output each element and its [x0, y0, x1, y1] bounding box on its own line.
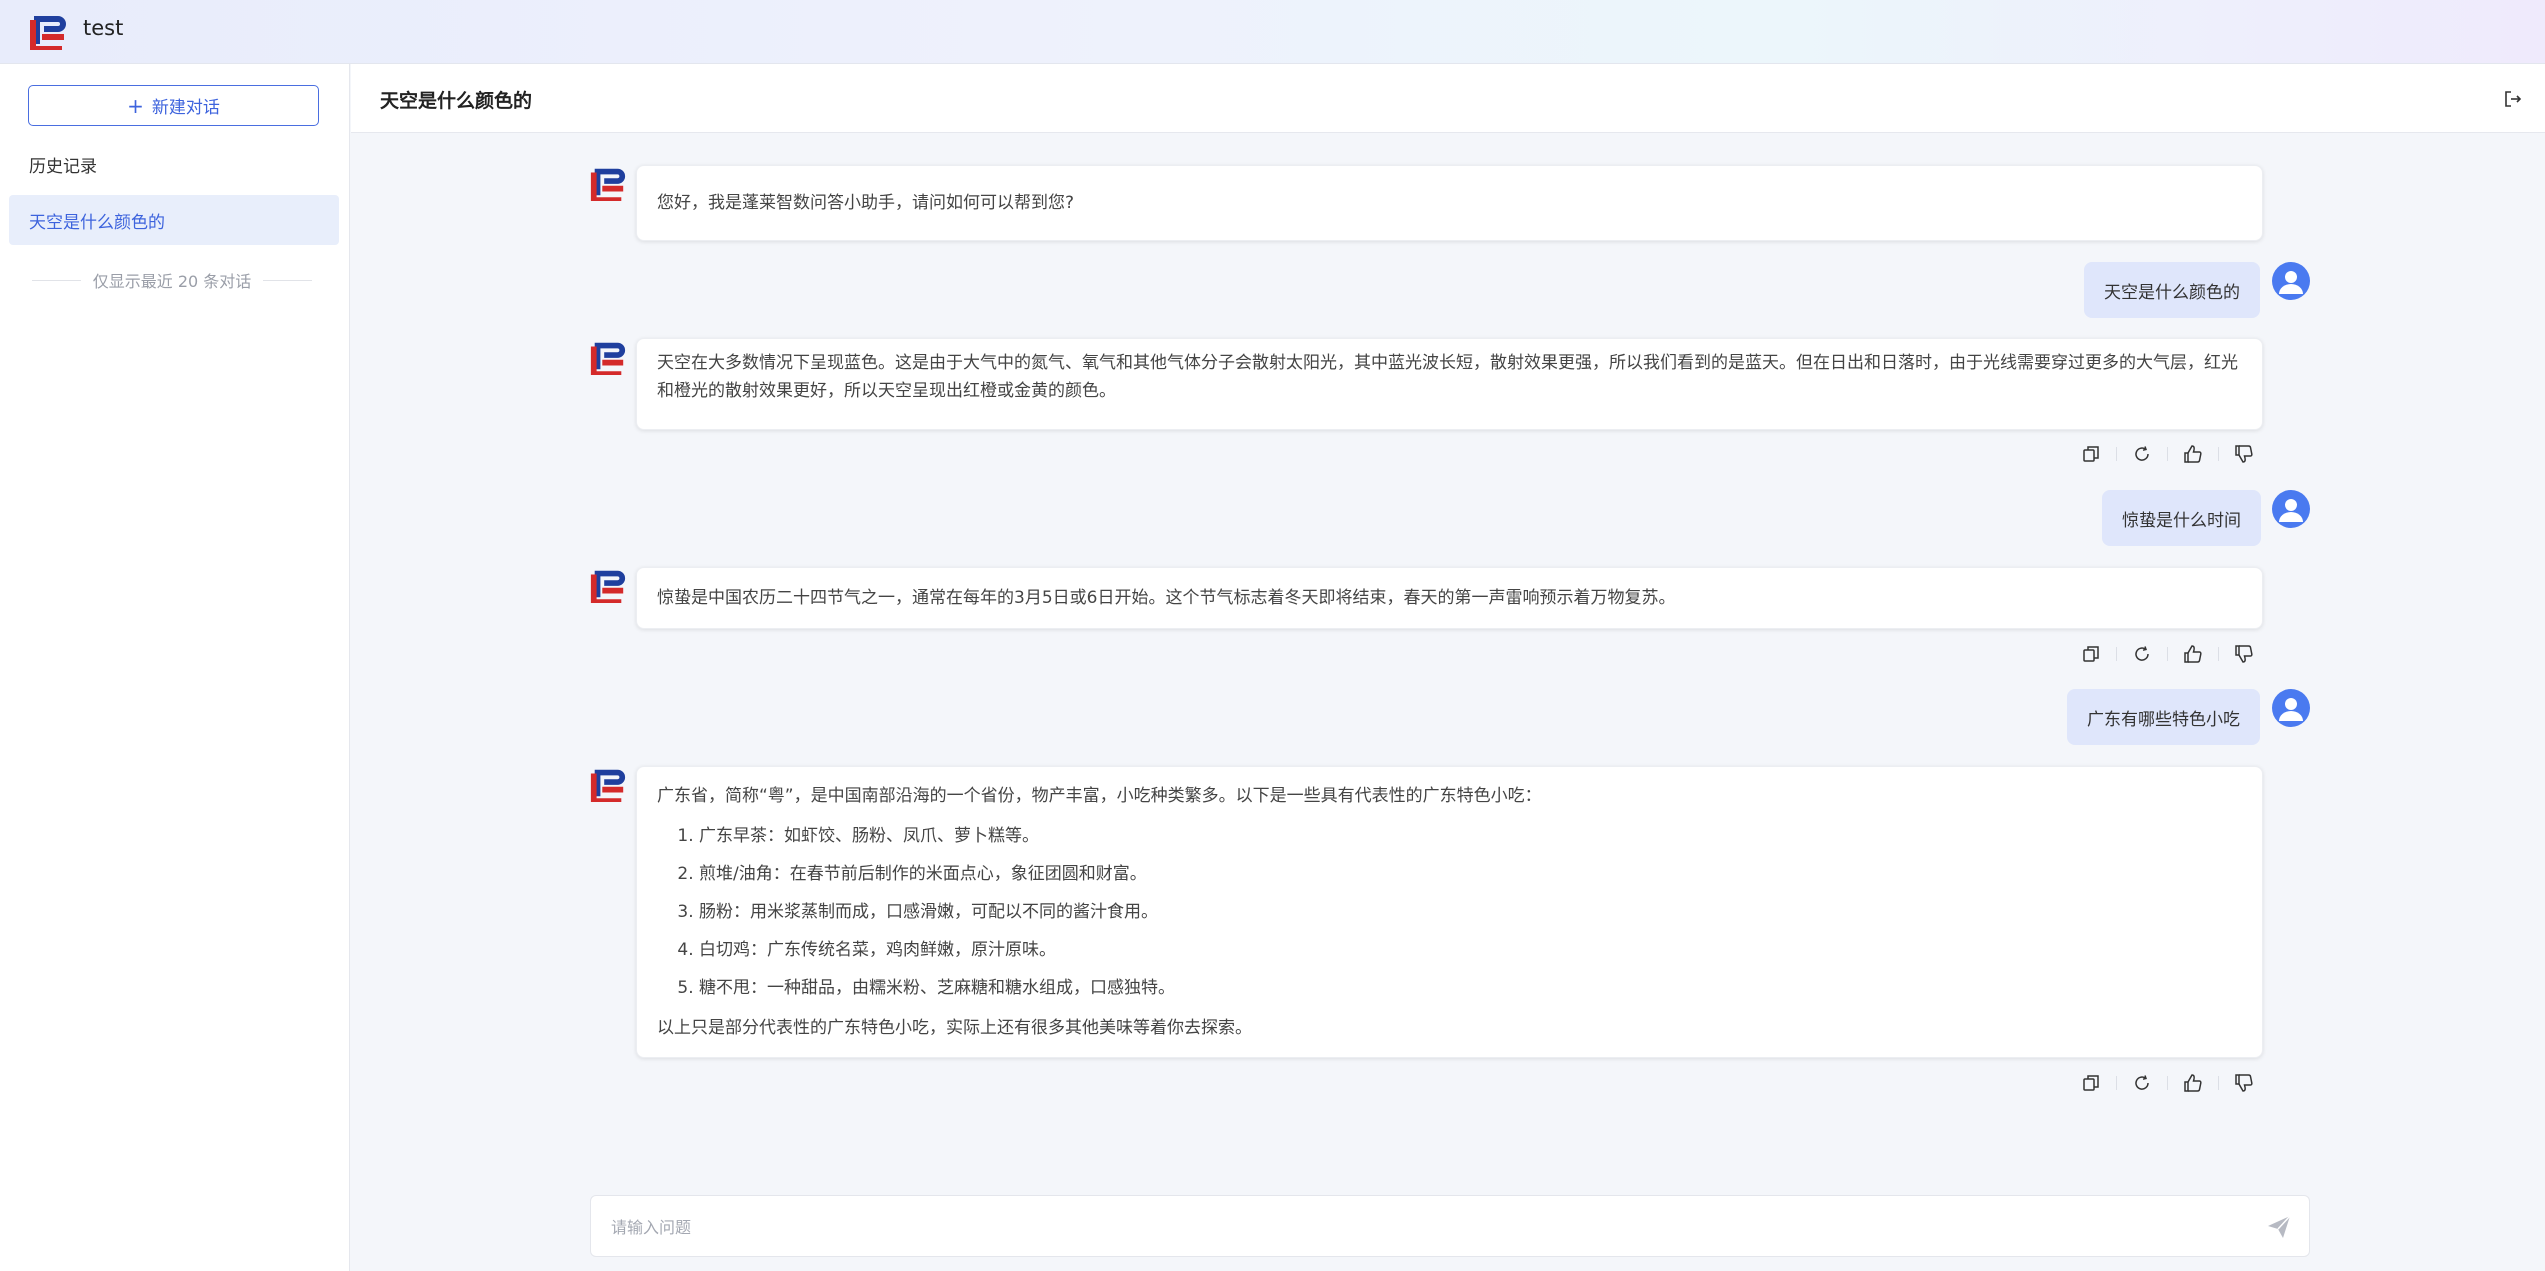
refresh-icon — [2135, 646, 2149, 661]
copy-icon — [2083, 646, 2099, 662]
history-limit-note: 仅显示最近 20 条对话 — [32, 268, 313, 292]
bot-avatar-icon — [590, 342, 626, 375]
message-text: 您好，我是蓬莱智数问答小助手，请问如何可以帮到您? — [657, 193, 1075, 213]
conversation-header: 天空是什么颜色的 — [351, 64, 2545, 133]
app-title: test — [83, 16, 124, 40]
bot-message: 惊蛰是中国农历二十四节气之一，通常在每年的3月5日或6日开始。这个节气标志着冬天… — [636, 567, 2263, 629]
copy-icon — [2083, 1075, 2099, 1091]
divider — [2116, 647, 2117, 661]
message-outro: 以上只是部分代表性的广东特色小吃，实际上还有很多其他美味等着你去探索。 — [657, 1018, 1252, 1038]
regenerate-button[interactable] — [2131, 443, 2153, 465]
dislike-button[interactable] — [2233, 1072, 2255, 1094]
user-avatar — [2272, 689, 2310, 727]
message-actions — [2080, 1072, 2255, 1094]
user-avatar — [2272, 490, 2310, 528]
message-text: 惊蛰是中国农历二十四节气之一，通常在每年的3月5日或6日开始。这个节气标志着冬天… — [657, 588, 1676, 608]
refresh-icon — [2135, 446, 2149, 461]
user-avatar — [2272, 262, 2310, 300]
logout-icon[interactable] — [2503, 89, 2523, 109]
copy-button[interactable] — [2080, 1072, 2102, 1094]
thumbs-down-icon — [2235, 645, 2253, 663]
message-text: 广东有哪些特色小吃 — [2087, 709, 2240, 730]
send-icon[interactable] — [2265, 1213, 2293, 1241]
user-icon — [2279, 271, 2303, 294]
bot-message: 广东省，简称“粤”，是中国南部沿海的一个省份，物产丰富，小吃种类繁多。以下是一些… — [636, 766, 2263, 1058]
message-text: 天空在大多数情况下呈现蓝色。这是由于大气中的氮气、氧气和其他气体分子会散射太阳光… — [657, 353, 2238, 401]
message-actions — [2080, 643, 2255, 665]
copy-button[interactable] — [2080, 643, 2102, 665]
bot-avatar-icon — [590, 769, 626, 802]
history-heading: 历史记录 — [29, 157, 97, 177]
thumbs-down-icon — [2235, 1074, 2253, 1092]
list-item: 广东早茶：如虾饺、肠粉、凤爪、萝卜糕等。 — [699, 817, 2242, 855]
refresh-icon — [2135, 1075, 2149, 1090]
list-item: 白切鸡：广东传统名菜，鸡肉鲜嫩，原汁原味。 — [699, 931, 2242, 969]
user-icon — [2279, 499, 2303, 522]
divider — [2167, 647, 2168, 661]
divider — [2116, 447, 2117, 461]
bot-avatar-icon — [590, 570, 626, 603]
thumbs-up-icon — [2184, 645, 2202, 663]
user-message: 天空是什么颜色的 — [2084, 262, 2260, 318]
message-text: 天空是什么颜色的 — [2104, 282, 2240, 303]
bot-message: 您好，我是蓬莱智数问答小助手，请问如何可以帮到您? — [636, 165, 2263, 241]
regenerate-button[interactable] — [2131, 643, 2153, 665]
history-note-text: 仅显示最近 20 条对话 — [92, 272, 252, 291]
sidebar-item-history[interactable]: 天空是什么颜色的 — [9, 195, 339, 245]
brand-logo-icon — [30, 16, 66, 50]
divider — [2167, 447, 2168, 461]
list-item: 糖不甩：一种甜品，由糯米粉、芝麻糖和糖水组成，口感独特。 — [699, 969, 2242, 1007]
divider — [263, 279, 313, 281]
message-text: 惊蛰是什么时间 — [2122, 510, 2241, 531]
history-item-label: 天空是什么颜色的 — [29, 212, 165, 233]
user-message: 广东有哪些特色小吃 — [2067, 689, 2260, 745]
bot-message: 天空在大多数情况下呈现蓝色。这是由于大气中的氮气、氧气和其他气体分子会散射太阳光… — [636, 338, 2263, 430]
thumbs-down-icon — [2235, 445, 2253, 463]
like-button[interactable] — [2182, 1072, 2204, 1094]
snack-list: 广东早茶：如虾饺、肠粉、凤爪、萝卜糕等。 煎堆/油角：在春节前后制作的米面点心，… — [657, 817, 2242, 1007]
dislike-button[interactable] — [2233, 443, 2255, 465]
dislike-button[interactable] — [2233, 643, 2255, 665]
divider — [32, 279, 81, 281]
divider — [2116, 1076, 2117, 1090]
message-intro: 广东省，简称“粤”，是中国南部沿海的一个省份，物产丰富，小吃种类繁多。以下是一些… — [657, 786, 1542, 806]
message-actions — [2080, 443, 2255, 465]
divider — [2167, 1076, 2168, 1090]
divider — [2218, 647, 2219, 661]
thumbs-up-icon — [2184, 445, 2202, 463]
top-bar: test — [0, 0, 2545, 64]
thumbs-up-icon — [2184, 1074, 2202, 1092]
page-title: 天空是什么颜色的 — [380, 90, 533, 112]
copy-icon — [2083, 446, 2099, 462]
list-item: 肠粉：用米浆蒸制而成，口感滑嫩，可配以不同的酱汁食用。 — [699, 893, 2242, 931]
bot-avatar-icon — [590, 168, 626, 201]
like-button[interactable] — [2182, 443, 2204, 465]
list-item: 煎堆/油角：在春节前后制作的米面点心，象征团圆和财富。 — [699, 855, 2242, 893]
like-button[interactable] — [2182, 643, 2204, 665]
question-input-box — [590, 1195, 2310, 1257]
divider — [2218, 1076, 2219, 1090]
copy-button[interactable] — [2080, 443, 2102, 465]
user-icon — [2279, 698, 2303, 721]
user-message: 惊蛰是什么时间 — [2102, 490, 2261, 546]
new-chat-label: 新建对话 — [151, 98, 220, 118]
question-input[interactable] — [611, 1210, 2211, 1244]
divider — [2218, 447, 2219, 461]
sidebar: + 新建对话 历史记录 天空是什么颜色的 仅显示最近 20 条对话 — [0, 64, 350, 1271]
regenerate-button[interactable] — [2131, 1072, 2153, 1094]
new-chat-button[interactable]: + 新建对话 — [28, 85, 319, 126]
plus-icon: + — [127, 93, 144, 118]
